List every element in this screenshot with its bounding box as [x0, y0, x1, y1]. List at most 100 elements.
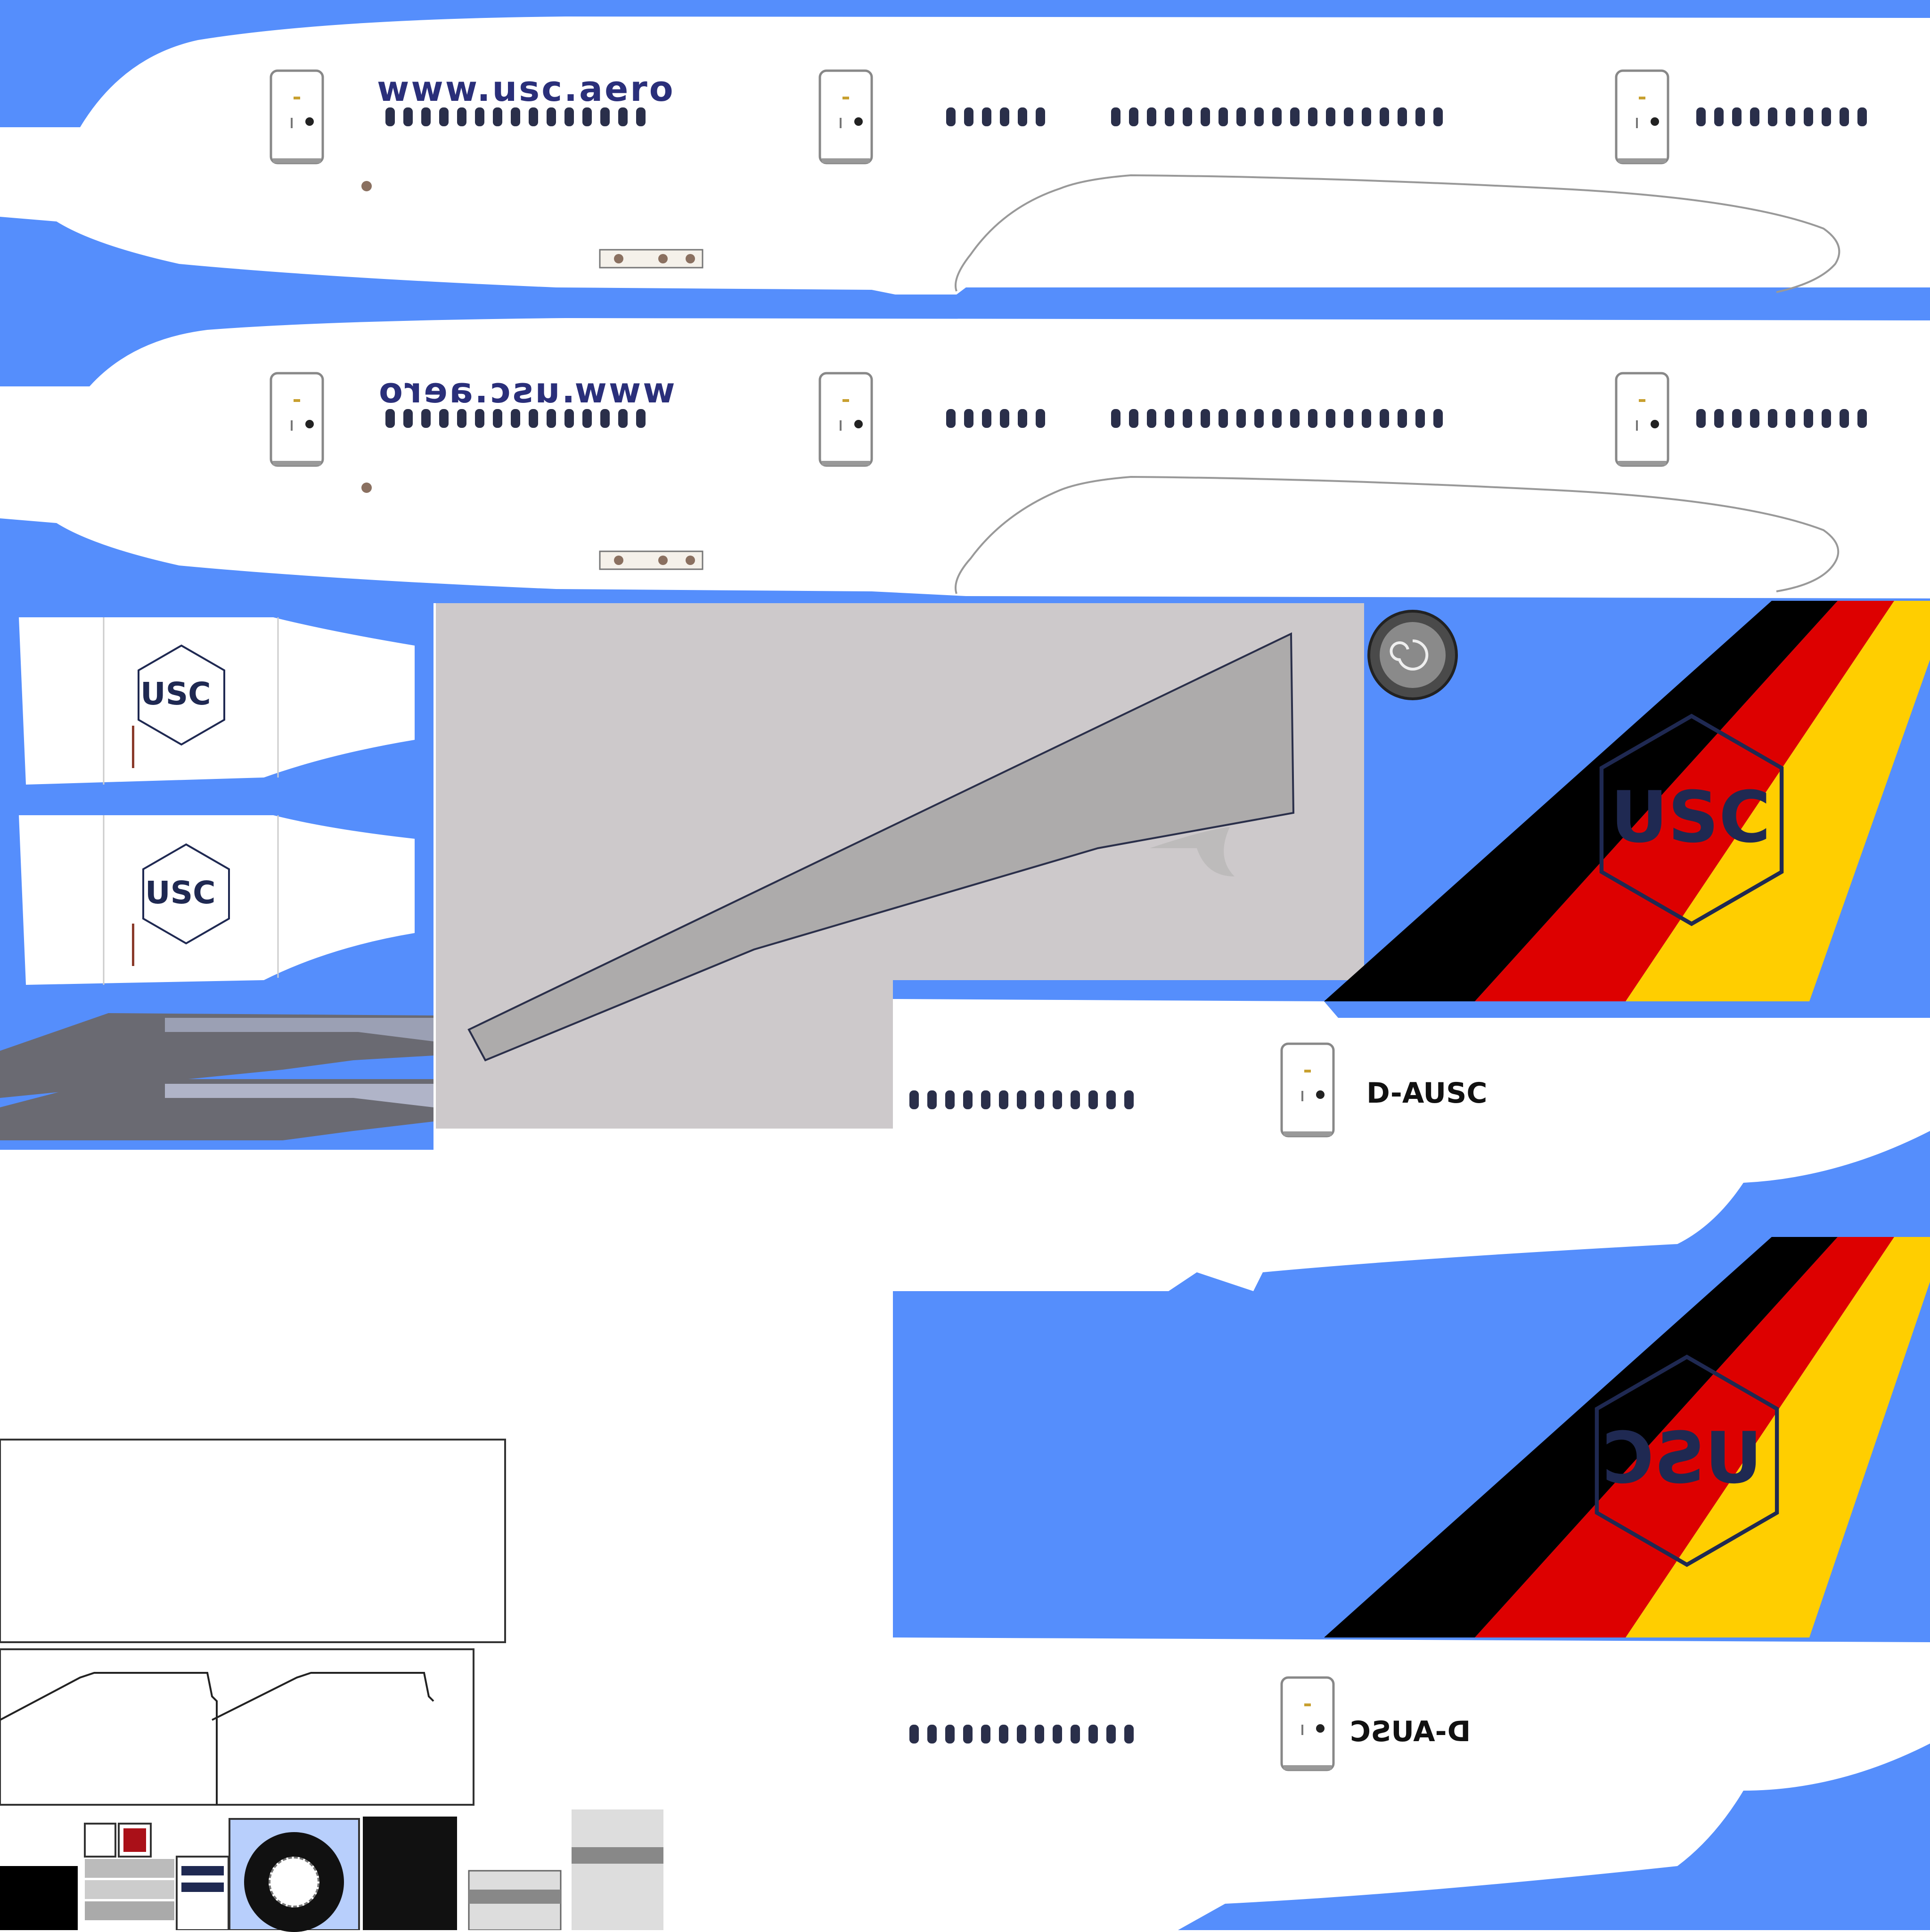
window [600, 409, 610, 428]
window [946, 409, 956, 428]
window [1111, 409, 1120, 428]
window [1768, 107, 1777, 126]
window [1344, 107, 1353, 126]
window [439, 409, 449, 428]
window [457, 409, 466, 428]
window [1165, 107, 1174, 126]
window [1254, 409, 1264, 428]
registration-upper: D-AUSC [1366, 1077, 1488, 1110]
window [1380, 107, 1389, 126]
window [964, 107, 973, 126]
window [1398, 409, 1407, 428]
window [999, 1725, 1008, 1744]
window [1768, 409, 1777, 428]
window [1732, 107, 1742, 126]
window [1326, 409, 1335, 428]
window [1433, 107, 1443, 126]
window [385, 107, 395, 126]
window [963, 1090, 973, 1109]
window [1035, 1725, 1044, 1744]
window [1000, 107, 1009, 126]
window [946, 107, 956, 126]
registration-lower: D-AUSC [1350, 1715, 1471, 1748]
window [618, 409, 628, 428]
window [981, 1090, 990, 1109]
window [1857, 107, 1867, 126]
window [582, 409, 592, 428]
window [600, 107, 610, 126]
window [1415, 409, 1425, 428]
window [1071, 1090, 1080, 1109]
window [1035, 1090, 1044, 1109]
window [945, 1090, 955, 1109]
window [582, 107, 592, 126]
window [564, 107, 574, 126]
window [1786, 107, 1795, 126]
window [529, 107, 538, 126]
window [927, 1725, 937, 1744]
window [1236, 409, 1246, 428]
window [1018, 409, 1027, 428]
window [403, 107, 413, 126]
window [1398, 107, 1407, 126]
window [1129, 107, 1138, 126]
window [1071, 1725, 1080, 1744]
window [1857, 409, 1867, 428]
window [1840, 409, 1849, 428]
window [457, 107, 466, 126]
tail-logo-lower: USC [1602, 1417, 1762, 1499]
window [1017, 1090, 1026, 1109]
window [475, 107, 484, 126]
window [1018, 107, 1027, 126]
window [1362, 107, 1371, 126]
window [1000, 409, 1009, 428]
window [963, 1725, 973, 1744]
window [1714, 409, 1724, 428]
window [1732, 409, 1742, 428]
window [982, 107, 991, 126]
window [403, 409, 413, 428]
window [1219, 409, 1228, 428]
window [1308, 107, 1317, 126]
window [475, 409, 484, 428]
window [1036, 107, 1045, 126]
window [493, 107, 502, 126]
window [1129, 409, 1138, 428]
window [1326, 107, 1335, 126]
window [909, 1090, 919, 1109]
fuselage-top [0, 0, 1930, 302]
window [1017, 1725, 1026, 1744]
window [1344, 409, 1353, 428]
window [1822, 107, 1831, 126]
window [529, 409, 538, 428]
nacelle-logo-lower: USC [145, 875, 216, 911]
window [927, 1090, 937, 1109]
window [1236, 107, 1246, 126]
window [1804, 409, 1813, 428]
window [981, 1725, 990, 1744]
window [1147, 107, 1156, 126]
window [1147, 409, 1156, 428]
window [1201, 107, 1210, 126]
window [1106, 1090, 1116, 1109]
window [1106, 1725, 1116, 1744]
window [547, 107, 556, 126]
window [564, 409, 574, 428]
window [982, 409, 991, 428]
window [511, 107, 520, 126]
spiral-hub-icon [1369, 611, 1456, 699]
window [945, 1725, 955, 1744]
window [1696, 409, 1706, 428]
window [909, 1725, 919, 1744]
livery-texture-atlas [0, 0, 1930, 1930]
window [1183, 107, 1192, 126]
window [1272, 409, 1282, 428]
window [1183, 409, 1192, 428]
window [1219, 107, 1228, 126]
window [1750, 107, 1759, 126]
wheel-icon [244, 1832, 344, 1932]
window [1165, 409, 1174, 428]
window [1433, 409, 1443, 428]
window [1053, 1725, 1062, 1744]
window [1415, 107, 1425, 126]
